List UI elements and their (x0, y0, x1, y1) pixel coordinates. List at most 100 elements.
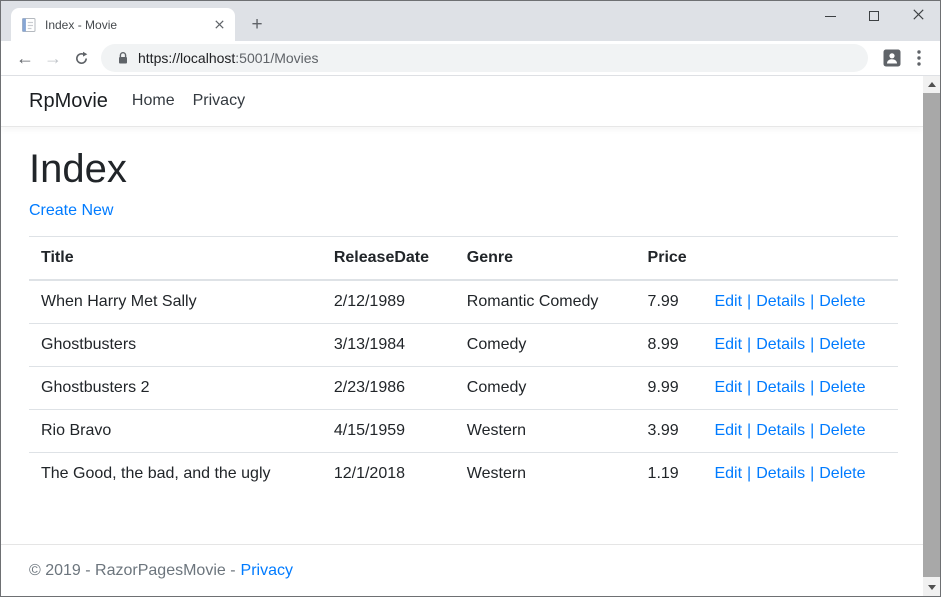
scroll-down-arrow-icon (928, 585, 936, 590)
maximize-button[interactable] (852, 1, 896, 31)
reload-icon (74, 51, 89, 66)
cell-title: Ghostbusters (29, 324, 322, 367)
site-favicon-icon (21, 17, 37, 33)
cell-actions: Edit|Details|Delete (702, 410, 898, 453)
cell-actions: Edit | Details | Delete (702, 453, 898, 496)
lock-icon[interactable] (117, 51, 129, 65)
profile-avatar-icon (883, 49, 901, 67)
cell-actions: Edit | Details | Delete (702, 324, 898, 367)
cell-genre: Western (455, 453, 636, 496)
delete-link[interactable]: Delete (819, 336, 865, 353)
profile-button[interactable] (878, 44, 906, 72)
table-row: Ghostbusters 3/13/1984 Comedy 8.99 Edit |… (29, 324, 898, 367)
edit-link[interactable]: Edit (714, 422, 742, 439)
column-header-actions (702, 237, 898, 281)
cell-price: 8.99 (636, 324, 703, 367)
browser-tab[interactable]: Index - Movie (11, 8, 235, 41)
cell-genre: Comedy (455, 324, 636, 367)
address-bar[interactable]: https://localhost:5001/Movies (101, 44, 868, 72)
table-row: When Harry Met Sally 2/12/1989 Romantic … (29, 280, 898, 324)
action-separator: | (810, 379, 814, 396)
scroll-down-button[interactable] (923, 579, 940, 596)
action-separator: | (810, 336, 814, 353)
back-button[interactable]: ← (11, 44, 39, 72)
movies-table: Title ReleaseDate Genre Price When Harry… (29, 236, 898, 495)
table-row: Rio Bravo 4/15/1959 Western 3.99 Edit | De… (29, 410, 898, 453)
cell-price: 1.19 (636, 453, 703, 496)
cell-title: When Harry Met Sally (29, 280, 322, 324)
edit-link[interactable]: Edit (714, 379, 742, 396)
scroll-up-arrow-icon (928, 82, 936, 87)
cell-genre: Romantic Comedy (455, 280, 636, 324)
nav-link-home[interactable]: Home (132, 92, 175, 110)
details-link[interactable]: Details (756, 293, 805, 310)
details-link[interactable]: Details (756, 379, 805, 396)
browser-window: Index - Movie + ← (0, 0, 941, 597)
cell-title: Ghostbusters 2 (29, 367, 322, 410)
action-separator: | (747, 336, 751, 353)
action-separator: | (810, 422, 814, 439)
forward-button[interactable]: → (39, 44, 67, 72)
url-text: https://localhost:5001/Movies (138, 50, 319, 66)
cell-genre: Western (455, 410, 636, 453)
cell-release-date: 2/12/1989 (322, 280, 455, 324)
delete-link[interactable]: Delete (819, 465, 865, 482)
close-button[interactable] (896, 1, 940, 31)
footer-text: © 2019 - RazorPagesMovie - (29, 562, 236, 580)
new-tab-button[interactable]: + (245, 12, 269, 36)
action-separator: | (747, 293, 751, 310)
site-navbar: RpMovie Home Privacy (1, 76, 923, 127)
cell-release-date: 2/23/1986 (322, 367, 455, 410)
delete-link[interactable]: Delete (819, 379, 865, 396)
details-link[interactable]: Details (756, 336, 805, 353)
web-page: RpMovie Home Privacy Index Create New Ti… (1, 76, 940, 596)
url-origin: https://localhost (138, 50, 235, 66)
minimize-button[interactable] (808, 1, 852, 31)
vertical-scrollbar[interactable] (923, 76, 940, 596)
edit-link[interactable]: Edit (714, 293, 742, 310)
cell-price: 7.99 (636, 280, 703, 324)
scroll-up-button[interactable] (923, 76, 940, 93)
three-dots-icon (917, 50, 921, 66)
cell-title: The Good, the bad, and the ugly (29, 453, 322, 496)
site-footer: © 2019 - RazorPagesMovie - Privacy (1, 544, 923, 596)
close-icon (913, 7, 924, 25)
url-path: :5001/Movies (235, 50, 318, 66)
column-header-title: Title (29, 237, 322, 281)
cell-release-date: 3/13/1984 (322, 324, 455, 367)
browser-menu-button[interactable] (906, 44, 932, 72)
cell-release-date: 12/1/2018 (322, 453, 455, 496)
footer-privacy-link[interactable]: Privacy (241, 562, 293, 580)
table-row: The Good, the bad, and the ugly 12/1/201… (29, 453, 898, 496)
brand-link[interactable]: RpMovie (29, 90, 108, 113)
nav-link-privacy[interactable]: Privacy (193, 92, 245, 110)
tab-close-icon[interactable] (211, 17, 227, 33)
browser-toolbar: ← → https://localhost:5001/Movies (1, 41, 940, 76)
cell-release-date: 4/15/1959 (322, 410, 455, 453)
delete-link[interactable]: Delete (819, 293, 865, 310)
action-separator: | (810, 293, 814, 310)
main-content: Index Create New Title ReleaseDate Genre… (1, 127, 923, 495)
scrollbar-thumb[interactable] (923, 93, 940, 577)
details-link[interactable]: Details (756, 422, 805, 439)
create-new-link[interactable]: Create New (29, 202, 113, 220)
edit-link[interactable]: Edit (714, 336, 742, 353)
tab-title: Index - Movie (45, 18, 211, 32)
edit-link[interactable]: Edit (714, 465, 742, 482)
details-link[interactable]: Details (756, 465, 805, 482)
action-separator: | (747, 465, 751, 482)
column-header-price: Price (636, 237, 703, 281)
maximize-icon (869, 11, 879, 21)
minimize-icon (825, 16, 836, 17)
cell-actions: Edit | Details | Delete (702, 280, 898, 324)
delete-link[interactable]: Delete (819, 422, 865, 439)
table-header-row: Title ReleaseDate Genre Price (29, 237, 898, 281)
reload-button[interactable] (67, 44, 95, 72)
cell-price: 9.99 (636, 367, 703, 410)
cell-title: Rio Bravo (29, 410, 322, 453)
browser-titlebar: Index - Movie + (1, 1, 940, 41)
cell-genre: Comedy (455, 367, 636, 410)
cell-price: 3.99 (636, 410, 703, 453)
action-separator: | (810, 465, 814, 482)
action-separator: | (747, 379, 751, 396)
